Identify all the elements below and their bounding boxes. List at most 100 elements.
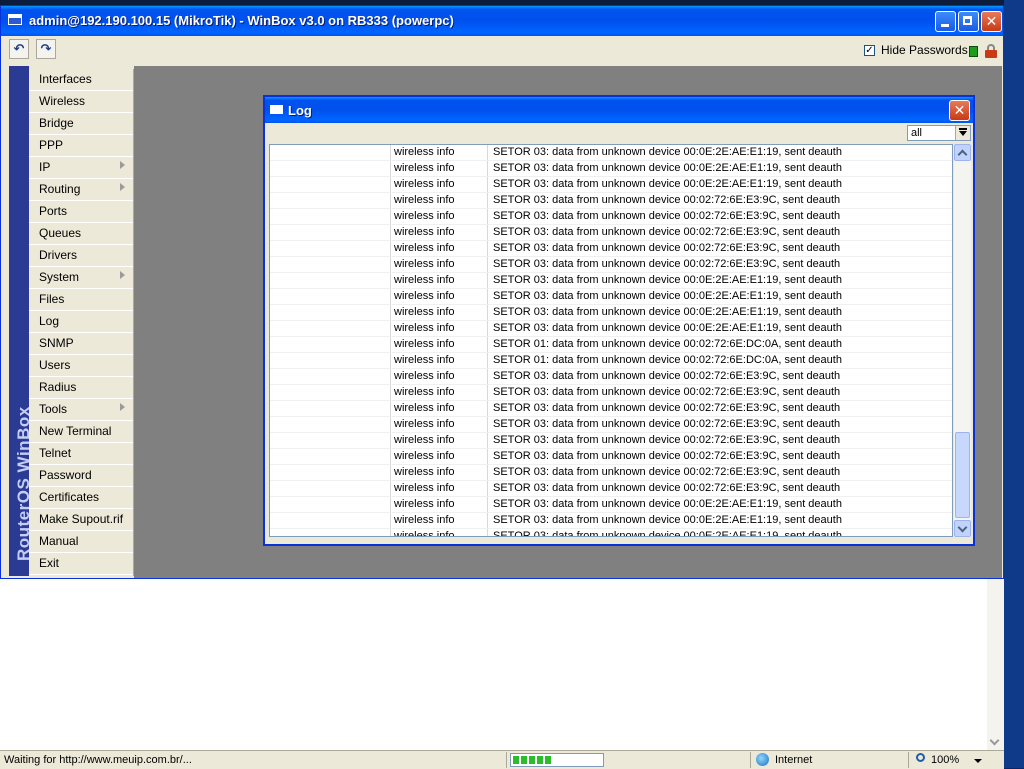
minimize-button[interactable] (935, 11, 956, 32)
log-title-bar[interactable]: Log ✕ (265, 97, 973, 123)
menu-item-drivers[interactable]: Drivers (29, 245, 133, 267)
menu-item-make-supout-rif[interactable]: Make Supout.rif (29, 509, 133, 531)
menu-item-ppp[interactable]: PPP (29, 135, 133, 157)
log-row[interactable]: wireless info SETOR 03: data from unknown… (270, 369, 952, 385)
menu-item-files[interactable]: Files (29, 289, 133, 311)
log-row[interactable]: wireless info SETOR 03: data from unknown… (270, 161, 952, 177)
log-time (270, 305, 391, 320)
log-row[interactable]: wireless info SETOR 03: data from unknown… (270, 193, 952, 209)
menu-item-tools[interactable]: Tools (29, 399, 133, 421)
log-message: SETOR 03: data from unknown device 00:0E… (493, 178, 842, 190)
log-message: SETOR 01: data from unknown device 00:02… (493, 354, 842, 366)
menu-item-password[interactable]: Password (29, 465, 133, 487)
menu-item-label: Ports (39, 204, 68, 218)
menu-item-radius[interactable]: Radius (29, 377, 133, 399)
log-scrollbar[interactable] (954, 144, 971, 537)
log-row[interactable]: wireless info SETOR 03: data from unknown… (270, 401, 952, 417)
scroll-thumb[interactable] (955, 432, 970, 518)
log-row[interactable]: wireless info SETOR 03: data from unknown… (270, 209, 952, 225)
desktop-edge (1004, 0, 1024, 768)
menu-item-label: Routing (39, 182, 81, 196)
browser-content (0, 579, 1004, 750)
log-message: SETOR 03: data from unknown device 00:02… (493, 434, 841, 446)
log-row[interactable]: wireless info SETOR 03: data from unknown… (270, 481, 952, 497)
menu-item-label: Password (39, 468, 92, 482)
log-message: SETOR 03: data from unknown device 00:0E… (493, 514, 842, 526)
log-row[interactable]: wireless info SETOR 03: data from unknown… (270, 497, 952, 513)
log-message: SETOR 03: data from unknown device 00:0E… (493, 290, 842, 302)
menu-item-label: Drivers (39, 248, 77, 262)
log-row[interactable]: wireless info SETOR 03: data from unknown… (270, 305, 952, 321)
log-window: Log ✕ all wireless info SETOR 03: data fr… (263, 95, 975, 546)
menu-item-interfaces[interactable]: Interfaces (29, 69, 133, 91)
log-row[interactable]: wireless info SETOR 03: data from unknown… (270, 225, 952, 241)
menu-item-ports[interactable]: Ports (29, 201, 133, 223)
menu-item-system[interactable]: System (29, 267, 133, 289)
zoom-dropdown-icon[interactable] (974, 759, 982, 763)
menu-item-label: PPP (39, 138, 64, 152)
log-row[interactable]: wireless info SETOR 03: data from unknown… (270, 241, 952, 257)
log-row[interactable]: wireless info SETOR 03: data from unknown… (270, 289, 952, 305)
log-row[interactable]: wireless info SETOR 03: data from unknown… (270, 449, 952, 465)
log-row[interactable]: wireless info SETOR 03: data from unknown… (270, 529, 952, 536)
log-message: SETOR 03: data from unknown device 00:02… (493, 370, 841, 382)
browser-scrollbar[interactable] (987, 579, 1004, 750)
log-row[interactable]: wireless info SETOR 03: data from unknown… (270, 177, 952, 193)
menu-item-queues[interactable]: Queues (29, 223, 133, 245)
menu-item-certificates[interactable]: Certificates (29, 487, 133, 509)
log-time (270, 321, 391, 336)
log-filter-select[interactable]: all (907, 125, 971, 141)
log-row[interactable]: wireless info SETOR 03: data from unknown… (270, 145, 952, 161)
menu-item-log[interactable]: Log (29, 311, 133, 333)
log-row[interactable]: wireless info SETOR 03: data from unknown… (270, 321, 952, 337)
menu-item-ip[interactable]: IP (29, 157, 133, 179)
log-close-button[interactable]: ✕ (949, 100, 970, 121)
log-row[interactable]: wireless info SETOR 03: data from unknown… (270, 433, 952, 449)
undo-button[interactable]: ↶ (9, 39, 29, 59)
menu-item-manual[interactable]: Manual (29, 531, 133, 553)
log-time (270, 337, 391, 352)
menu-item-new-terminal[interactable]: New Terminal (29, 421, 133, 443)
redo-button[interactable]: ↷ (36, 39, 56, 59)
dropdown-arrow-icon[interactable] (955, 126, 970, 140)
menu-item-label: System (39, 270, 80, 284)
menu-item-label: Files (39, 292, 65, 306)
log-row[interactable]: wireless info SETOR 03: data from unknown… (270, 465, 952, 481)
log-row[interactable]: wireless info SETOR 03: data from unknown… (270, 385, 952, 401)
zoom-label[interactable]: 100% (931, 754, 959, 766)
menu-item-bridge[interactable]: Bridge (29, 113, 133, 135)
log-row[interactable]: wireless info SETOR 03: data from unknown… (270, 513, 952, 529)
hide-passwords[interactable]: ✓ Hide Passwords (864, 42, 968, 58)
log-time (270, 209, 391, 224)
log-time (270, 417, 391, 432)
log-topics: wireless info (391, 369, 488, 384)
log-list[interactable]: wireless info SETOR 03: data from unknown… (269, 144, 953, 537)
menu-item-snmp[interactable]: SNMP (29, 333, 133, 355)
log-topics: wireless info (391, 177, 488, 192)
log-row[interactable]: wireless info SETOR 01: data from unknown… (270, 337, 952, 353)
log-row[interactable]: wireless info SETOR 03: data from unknown… (270, 273, 952, 289)
scroll-down-icon[interactable] (954, 520, 971, 537)
title-bar[interactable]: admin@192.190.100.15 (MikroTik) - WinBox… (1, 6, 1003, 36)
hide-passwords-checkbox[interactable]: ✓ (864, 44, 875, 56)
close-button[interactable]: ✕ (981, 11, 1002, 32)
scroll-up-icon[interactable] (954, 144, 971, 161)
log-message: SETOR 03: data from unknown device 00:0E… (493, 274, 842, 286)
menu-item-exit[interactable]: Exit (29, 553, 133, 575)
log-row[interactable]: wireless info SETOR 03: data from unknown… (270, 257, 952, 273)
log-time (270, 193, 391, 208)
log-message: SETOR 03: data from unknown device 00:0E… (493, 322, 842, 334)
menu-item-telnet[interactable]: Telnet (29, 443, 133, 465)
menu-item-routing[interactable]: Routing (29, 179, 133, 201)
menu-item-label: Queues (39, 226, 82, 240)
log-message: SETOR 03: data from unknown device 00:0E… (493, 146, 842, 158)
log-row[interactable]: wireless info SETOR 03: data from unknown… (270, 417, 952, 433)
maximize-button[interactable] (958, 11, 979, 32)
log-topics: wireless info (391, 257, 488, 272)
menu-item-users[interactable]: Users (29, 355, 133, 377)
menu-item-wireless[interactable]: Wireless (29, 91, 133, 113)
hide-passwords-label: Hide Passwords (881, 43, 968, 57)
status-divider (908, 752, 909, 768)
zoom-icon[interactable] (916, 753, 925, 762)
log-row[interactable]: wireless info SETOR 01: data from unknown… (270, 353, 952, 369)
